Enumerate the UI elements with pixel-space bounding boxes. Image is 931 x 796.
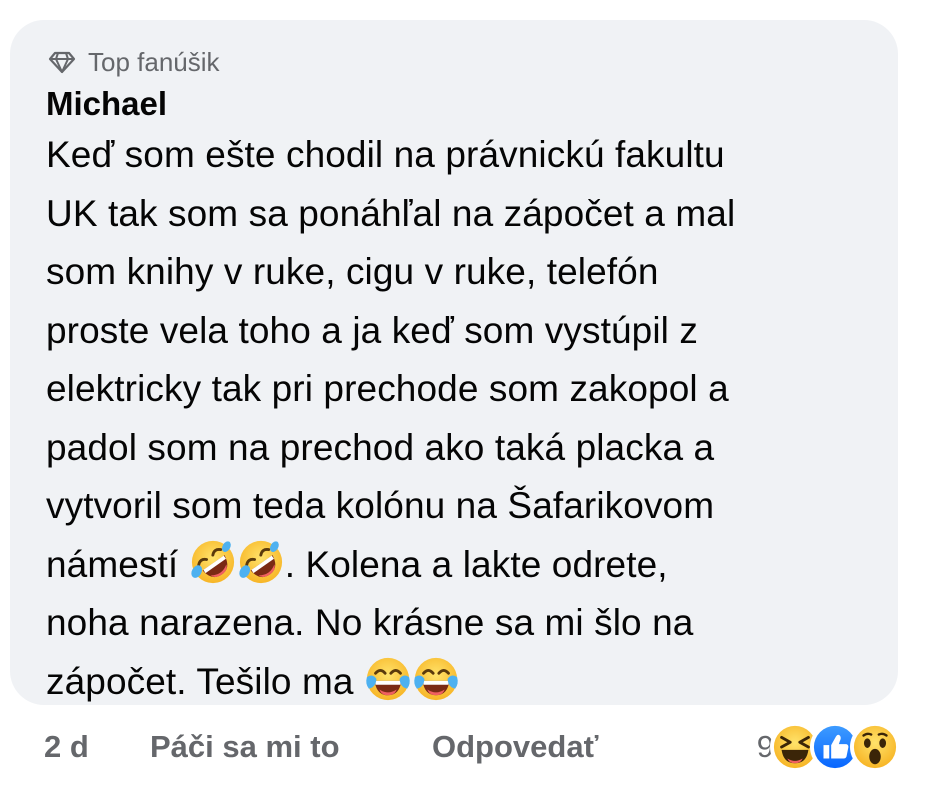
comment-line: Keď som ešte chodil na právnickú fakultu [46,134,725,175]
reactions-summary[interactable]: 9 [757,722,900,772]
rolling-on-floor-laughing-emoji [190,539,236,585]
comment-line-text: zápočet. Tešilo ma [46,660,354,702]
comment-line: proste vela toho a ja keď som vystúpil z [46,309,698,351]
comment-line: námestí . Kolena a lakte odrete, [46,536,898,595]
comment-timestamp[interactable]: 2 d [44,729,150,765]
comment-line: noha narazena. No krásne sa mi šlo na [46,602,694,643]
reply-button[interactable]: Odpovedať [432,729,598,765]
comment-line: padol som na prechod ako taká placka a [46,426,715,468]
comment-actions: 2 d Páči sa mi to Odpovedať [44,722,598,772]
comment-text: Keď som ešte chodil na právnickú fakultu… [46,126,898,711]
comment-line: som knihy v ruke, cigu v ruke, telefón [46,251,659,292]
comment-line-text: námestí [46,543,179,585]
top-fan-badge: Top fanúšik [46,44,898,80]
rolling-on-floor-laughing-emoji [238,539,284,585]
comment-bubble: Top fanúšik Michael Keď som ešte chodil … [10,20,898,705]
comment-line: elektricky tak pri prechode som zakopol … [46,368,729,409]
tears-of-joy-emoji [413,656,459,702]
comment-line-text: . Kolena a lakte odrete, [284,543,668,585]
tears-of-joy-emoji [365,656,411,702]
comment-line: UK tak som sa ponáhľal na zápočet a mal [46,192,736,234]
top-fan-label: Top fanúšik [88,46,220,77]
wow-reaction-icon [850,722,900,772]
diamond-icon [48,51,76,74]
comment-line: zápočet. Tešilo ma [46,653,898,712]
comment-line: vytvoril som teda kolónu na Šafarikovom [46,485,715,526]
comment-author[interactable]: Michael [46,84,898,124]
like-button[interactable]: Páči sa mi to [150,729,432,765]
